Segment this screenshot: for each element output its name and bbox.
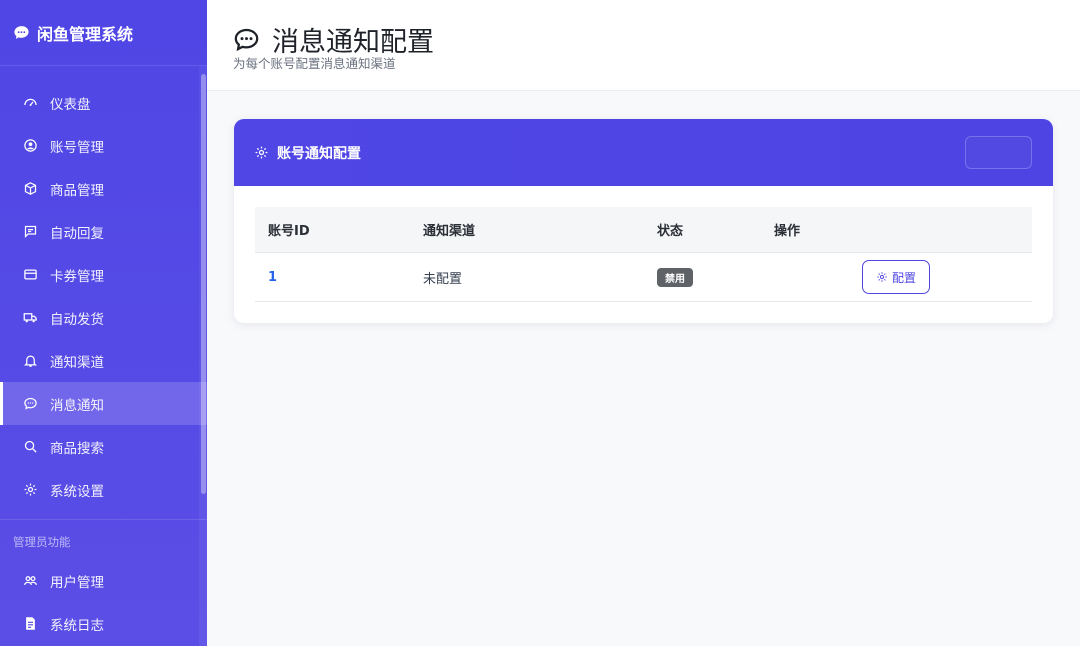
status-cell: 禁用 xyxy=(657,267,693,287)
account-notify-card: 账号通知配置 账号ID 通知渠道 状态 操作 1 未配置 禁用 配置 xyxy=(234,119,1053,323)
sidebar-item-label: 账号管理 xyxy=(50,139,104,156)
sidebar-item-system-log[interactable]: 系统日志 xyxy=(0,602,207,645)
sidebar-item-user-management[interactable]: 用户管理 xyxy=(0,559,207,602)
card-header: 账号通知配置 xyxy=(234,119,1053,186)
gear-icon xyxy=(877,272,887,282)
sidebar-scrollbar-thumb[interactable] xyxy=(201,74,206,494)
truck-icon xyxy=(23,310,38,325)
sidebar-item-auto-reply[interactable]: 自动回复 xyxy=(0,210,207,253)
column-header: 操作 xyxy=(774,224,801,239)
user-circle-icon xyxy=(23,138,38,153)
chat-bubble-icon xyxy=(13,24,30,41)
sidebar-item-label: 商品搜索 xyxy=(50,440,104,457)
card-icon xyxy=(23,267,38,282)
sidebar-item-label: 系统日志 xyxy=(50,617,104,634)
column-header: 状态 xyxy=(657,224,684,239)
search-icon xyxy=(23,439,38,454)
column-header: 账号ID xyxy=(268,224,310,239)
dashboard-icon xyxy=(23,95,38,110)
app-title: 闲鱼管理系统 xyxy=(37,24,134,44)
log-icon xyxy=(23,616,38,631)
chat-icon xyxy=(233,26,260,53)
sidebar-item-notify-channels[interactable]: 通知渠道 xyxy=(0,339,207,382)
sidebar-item-label: 仪表盘 xyxy=(50,96,91,113)
account-id[interactable]: 1 xyxy=(268,270,277,285)
notify-table: 账号ID 通知渠道 状态 操作 1 未配置 禁用 配置 xyxy=(255,207,1032,302)
column-header: 通知渠道 xyxy=(423,224,476,239)
card-header-button[interactable] xyxy=(965,136,1032,169)
sidebar-item-label: 自动回复 xyxy=(50,225,104,242)
table-row: 1 未配置 禁用 配置 xyxy=(255,253,1032,302)
sidebar-item-label: 商品管理 xyxy=(50,182,104,199)
sidebar-item-products[interactable]: 商品管理 xyxy=(0,167,207,210)
page-header: 消息通知配置 为每个账号配置消息通知渠道 xyxy=(207,0,1080,91)
gear-icon xyxy=(254,145,269,160)
config-button-label: 配置 xyxy=(891,270,916,285)
page-subtitle: 为每个账号配置消息通知渠道 xyxy=(233,56,396,71)
box-icon xyxy=(23,181,38,196)
bell-icon xyxy=(23,353,38,368)
card-title: 账号通知配置 xyxy=(277,145,361,162)
config-button[interactable]: 配置 xyxy=(862,260,930,294)
sidebar-item-label: 卡券管理 xyxy=(50,268,104,285)
brand: 闲鱼管理系统 xyxy=(0,0,207,66)
sidebar-item-label: 通知渠道 xyxy=(50,354,104,371)
sidebar-item-message-notify[interactable]: 消息通知 xyxy=(0,382,207,425)
sidebar-item-auto-delivery[interactable]: 自动发货 xyxy=(0,296,207,339)
sidebar-item-label: 用户管理 xyxy=(50,574,104,591)
sidebar-item-cards[interactable]: 卡券管理 xyxy=(0,253,207,296)
sidebar-item-settings[interactable]: 系统设置 xyxy=(0,468,207,511)
sidebar-item-accounts[interactable]: 账号管理 xyxy=(0,124,207,167)
sidebar: 闲鱼管理系统 仪表盘 账号管理 商品管理 自动回复 卡券管理 自动发货 通知渠道… xyxy=(0,0,207,646)
message-icon xyxy=(23,224,38,239)
sidebar-item-label: 系统设置 xyxy=(50,483,104,500)
table-header: 账号ID 通知渠道 状态 操作 xyxy=(255,207,1032,253)
chat-icon xyxy=(23,396,38,411)
sidebar-item-product-search[interactable]: 商品搜索 xyxy=(0,425,207,468)
admin-section-title: 管理员功能 xyxy=(0,519,207,559)
gear-icon xyxy=(23,482,38,497)
users-icon xyxy=(23,573,38,588)
sidebar-item-label: 自动发货 xyxy=(50,311,104,328)
channel-cell: 未配置 xyxy=(423,271,463,287)
sidebar-item-dashboard[interactable]: 仪表盘 xyxy=(0,81,207,124)
sidebar-nav: 仪表盘 账号管理 商品管理 自动回复 卡券管理 自动发货 通知渠道 消息通知 商… xyxy=(0,66,207,645)
status-badge: 禁用 xyxy=(657,267,693,287)
sidebar-item-label: 消息通知 xyxy=(50,397,104,414)
